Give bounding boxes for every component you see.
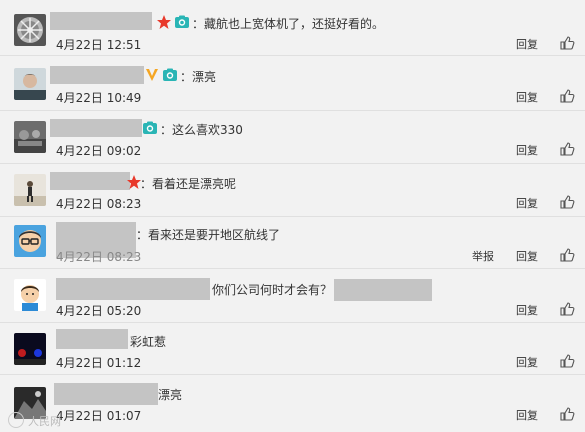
comment-row: ：藏航也上宽体机了，还挺好看的。 4月22日 12:51 回复	[0, 0, 585, 56]
comment-time: 4月22日 08:23	[56, 250, 142, 264]
comment-time: 4月22日 05:20	[56, 304, 142, 318]
comment-row: 你们公司何时才会有？ 4月22日 05:20 回复	[0, 269, 585, 323]
comment-time: 4月22日 01:12	[56, 356, 142, 370]
reply-button[interactable]: 回复	[516, 89, 538, 105]
comment-list: ：藏航也上宽体机了，还挺好看的。 4月22日 12:51 回复 ：漂亮 4月22…	[0, 0, 585, 432]
username-redacted[interactable]	[50, 66, 144, 84]
comment-time: 4月22日 12:51	[56, 38, 142, 52]
watermark: 人民网	[8, 412, 61, 429]
comment-row: ：这么喜欢330 4月22日 09:02 回复	[0, 111, 585, 164]
reply-button[interactable]: 回复	[516, 36, 538, 52]
redacted-mention	[334, 279, 432, 301]
camera-badge-icon	[174, 14, 190, 30]
thumbs-up-icon[interactable]	[559, 88, 575, 104]
comment-text: 漂亮	[158, 388, 183, 402]
report-button[interactable]: 举报	[472, 248, 494, 264]
thumbs-up-icon[interactable]	[559, 406, 575, 422]
avatar[interactable]	[14, 14, 46, 46]
camera-badge-icon	[162, 67, 178, 83]
reply-button[interactable]: 回复	[516, 407, 538, 423]
avatar[interactable]	[14, 279, 46, 311]
username-redacted[interactable]	[50, 119, 142, 137]
reply-button[interactable]: 回复	[516, 195, 538, 211]
star-badge-icon	[156, 14, 172, 30]
comment-text: ：漂亮	[180, 70, 217, 84]
avatar[interactable]	[14, 333, 46, 365]
comment-text: 你们公司何时才会有？	[212, 283, 333, 297]
thumbs-up-icon[interactable]	[559, 35, 575, 51]
username-redacted[interactable]	[56, 278, 210, 300]
comment-time: 4月22日 08:23	[56, 197, 142, 211]
comment-row: 漂亮 4月22日 01:07 回复	[0, 375, 585, 432]
comment-row: 彩虹惹 4月22日 01:12 回复	[0, 323, 585, 375]
avatar[interactable]	[14, 174, 46, 206]
comment-time: 4月22日 10:49	[56, 91, 142, 105]
username-redacted[interactable]	[54, 383, 158, 405]
thumbs-up-icon[interactable]	[559, 353, 575, 369]
reply-button[interactable]: 回复	[516, 354, 538, 370]
comment-text: 彩虹惹	[130, 335, 167, 349]
watermark-text: 人民网	[28, 415, 61, 428]
avatar[interactable]	[14, 225, 46, 257]
comment-row: ：看来还是要开地区航线了 4月22日 08:23 举报 回复	[0, 217, 585, 269]
username-redacted[interactable]	[56, 329, 128, 349]
camera-badge-icon	[142, 120, 158, 136]
reply-button[interactable]: 回复	[516, 142, 538, 158]
vip-badge-icon	[144, 67, 160, 83]
thumbs-up-icon[interactable]	[559, 247, 575, 263]
watermark-logo-icon	[8, 412, 24, 428]
comment-text: ：藏航也上宽体机了，还挺好看的。	[192, 17, 385, 31]
comment-row: ：看着还是漂亮呢 4月22日 08:23 回复	[0, 164, 585, 217]
avatar[interactable]	[14, 68, 46, 100]
reply-button[interactable]: 回复	[516, 302, 538, 318]
avatar[interactable]	[14, 121, 46, 153]
comment-text: ：看着还是漂亮呢	[140, 177, 237, 191]
comment-time: 4月22日 01:07	[56, 409, 142, 423]
comment-time: 4月22日 09:02	[56, 144, 142, 158]
comment-text: ：这么喜欢330	[160, 123, 243, 137]
thumbs-up-icon[interactable]	[559, 141, 575, 157]
comment-row: ：漂亮 4月22日 10:49 回复	[0, 56, 585, 111]
reply-button[interactable]: 回复	[516, 248, 538, 264]
username-redacted[interactable]	[50, 172, 130, 190]
thumbs-up-icon[interactable]	[559, 194, 575, 210]
thumbs-up-icon[interactable]	[559, 301, 575, 317]
comment-text: ：看来还是要开地区航线了	[136, 228, 281, 242]
username-redacted[interactable]	[50, 12, 152, 30]
